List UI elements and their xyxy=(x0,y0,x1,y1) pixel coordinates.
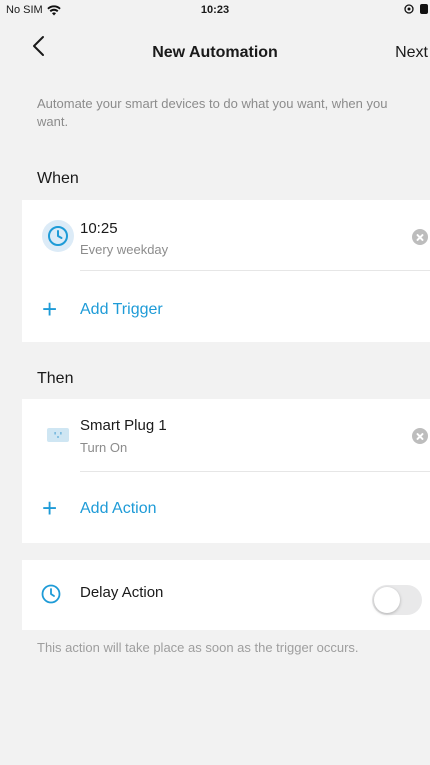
divider xyxy=(80,270,430,271)
when-section-header: When xyxy=(37,170,79,187)
then-card: Smart Plug 1 Turn On + Add Action xyxy=(22,399,430,543)
remove-trigger-button[interactable] xyxy=(412,229,428,245)
plus-icon: + xyxy=(42,294,58,324)
orientation-lock-icon xyxy=(404,4,414,14)
footer-note: This action will take place as soon as t… xyxy=(37,640,359,655)
battery-icon xyxy=(420,4,428,14)
page-title: New Automation xyxy=(152,44,278,61)
plus-icon: + xyxy=(42,493,58,523)
outlet-icon xyxy=(54,432,62,438)
toggle-knob xyxy=(374,587,400,613)
status-bar: No SIM 10:23 xyxy=(0,0,430,22)
remove-action-button[interactable] xyxy=(412,428,428,444)
add-trigger-button[interactable]: + Add Trigger xyxy=(22,288,430,332)
trigger-icon-wrap xyxy=(42,220,74,252)
clock-icon xyxy=(48,226,68,246)
action-title: Smart Plug 1 xyxy=(80,417,167,434)
delay-action-label: Delay Action xyxy=(80,584,164,601)
add-action-button[interactable]: + Add Action xyxy=(22,487,430,531)
trigger-subtitle: Every weekday xyxy=(80,242,169,257)
action-subtitle: Turn On xyxy=(80,440,128,455)
smart-plug-icon xyxy=(47,428,69,442)
nav-bar: New Automation Next xyxy=(0,22,430,72)
divider xyxy=(80,471,430,472)
screen: No SIM 10:23 New Automation Next Automat… xyxy=(0,0,430,765)
trigger-title: 10:25 xyxy=(80,220,118,237)
delay-action-toggle[interactable] xyxy=(372,585,422,615)
status-right xyxy=(404,4,428,14)
delay-card: Delay Action xyxy=(22,560,430,630)
clock-icon xyxy=(41,584,61,604)
action-row[interactable]: Smart Plug 1 Turn On xyxy=(22,399,430,472)
trigger-row[interactable]: 10:25 Every weekday xyxy=(22,200,430,271)
status-time: 10:23 xyxy=(200,4,230,16)
add-trigger-label: Add Trigger xyxy=(80,301,163,318)
next-button[interactable]: Next xyxy=(395,44,428,62)
then-section-header: Then xyxy=(37,370,74,387)
intro-text: Automate your smart devices to do what y… xyxy=(37,96,388,129)
add-action-label: Add Action xyxy=(80,500,157,517)
when-card: 10:25 Every weekday + Add Trigger xyxy=(22,200,430,342)
